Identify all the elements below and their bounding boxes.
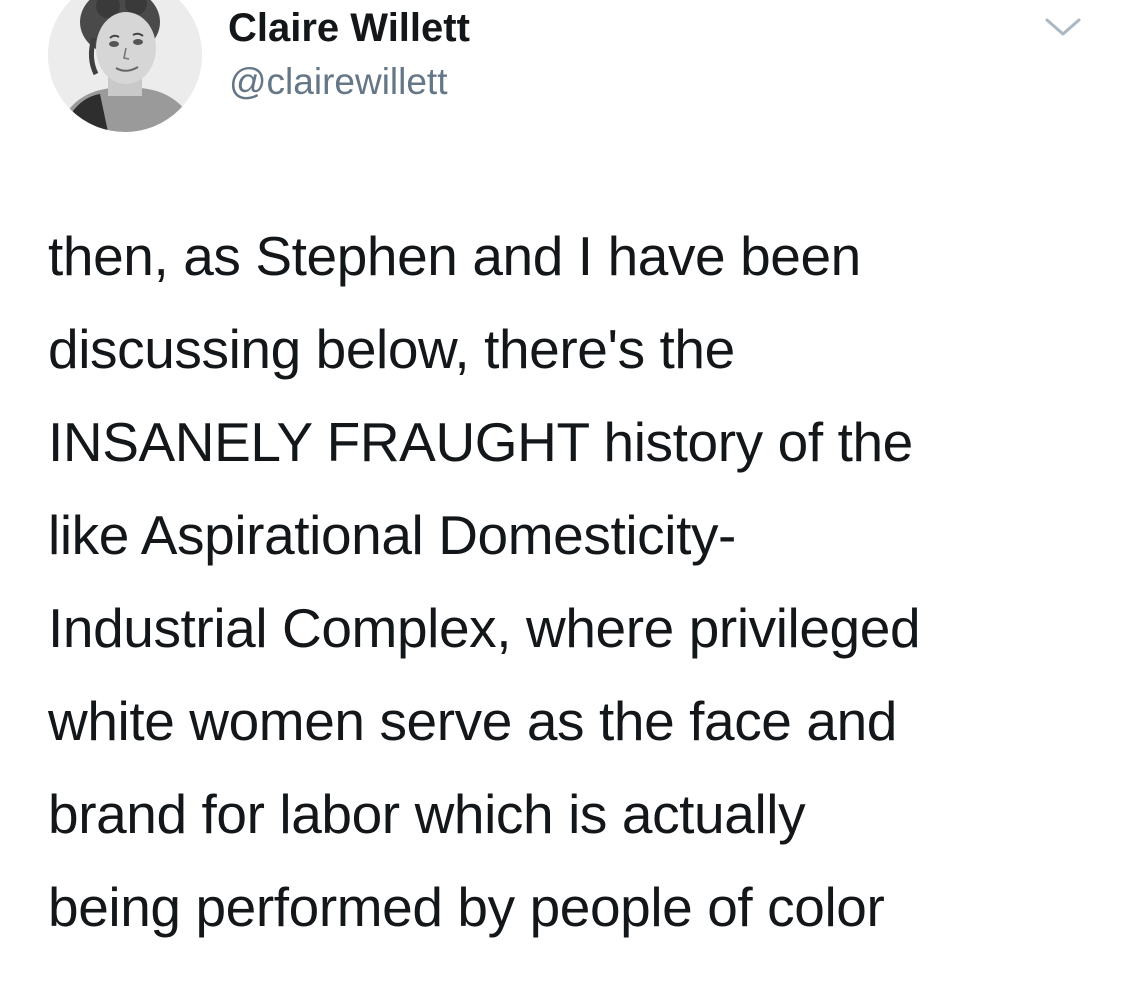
author-display-name[interactable]: Claire Willett — [228, 5, 470, 51]
author-avatar[interactable] — [48, 0, 202, 132]
tweet-text-line: white women serve as the face and — [48, 690, 897, 752]
tweet-text-line: INSANELY FRAUGHT history of the — [48, 411, 913, 473]
tweet-menu-button[interactable] — [1041, 12, 1085, 42]
tweet-card: Claire Willett @clairewillett then, as S… — [0, 0, 1125, 981]
tweet-text-line: being performed by people of color — [48, 876, 885, 938]
tweet-text: then, as Stephen and I have been discuss… — [48, 210, 1098, 954]
tweet-text-line: brand for labor which is actually — [48, 783, 806, 845]
chevron-down-icon — [1045, 18, 1081, 36]
tweet-text-line: discussing below, there's the — [48, 318, 735, 380]
tweet-text-line: Industrial Complex, where privileged — [48, 597, 921, 659]
tweet-text-line: like Aspirational Domesticity- — [48, 504, 736, 566]
tweet-text-line: then, as Stephen and I have been — [48, 225, 861, 287]
author-handle[interactable]: @clairewillett — [229, 60, 448, 104]
avatar-illustration — [48, 0, 202, 132]
